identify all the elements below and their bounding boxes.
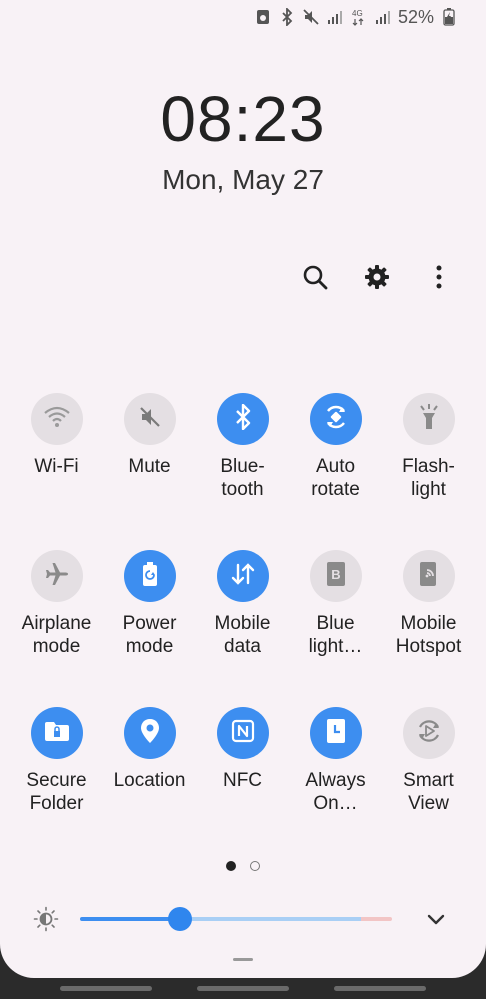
- tile-airplane-button[interactable]: [30, 550, 83, 602]
- tile-airplane-mode[interactable]: Airplane mode: [10, 550, 103, 658]
- wifi-icon: [43, 406, 70, 433]
- tile-label: Location: [113, 770, 186, 791]
- quick-settings-panel: 4G 52% 08:23 Mon, May 27 Wi-Fi Mute Blue…: [0, 0, 486, 978]
- tile-blue-light-filter[interactable]: B Blue light…: [289, 550, 382, 658]
- flashlight-icon: [418, 403, 440, 436]
- tile-hotspot-button[interactable]: [402, 550, 455, 602]
- chevron-down-icon[interactable]: [424, 907, 448, 931]
- tile-smart-view-button[interactable]: [402, 707, 455, 759]
- airplane-icon: [44, 561, 70, 592]
- signal-icon: [326, 8, 344, 26]
- brightness-icon: [33, 906, 59, 932]
- tile-label: Blue- tooth: [220, 456, 265, 500]
- tile-label: Smart View: [403, 770, 454, 814]
- tile-flashlight[interactable]: Flash- light: [382, 393, 475, 501]
- svg-text:B: B: [331, 567, 340, 582]
- nav-back-button[interactable]: [334, 986, 426, 991]
- power-mode-icon: [141, 561, 159, 592]
- tile-always-on-button[interactable]: [309, 707, 362, 759]
- brightness-slider: [0, 904, 486, 934]
- nfc-icon: [231, 719, 255, 748]
- status-bar: 4G 52%: [254, 6, 458, 28]
- tile-label: Mobile data: [214, 613, 271, 657]
- location-icon: [140, 718, 160, 749]
- mute-icon: [302, 8, 320, 26]
- clock-date: Mon, May 27: [162, 164, 324, 195]
- tile-label: Mobile Hotspot: [395, 613, 462, 657]
- data-saver-icon: [254, 8, 272, 26]
- tile-secure-folder-button[interactable]: [30, 707, 83, 759]
- tile-wifi[interactable]: Wi-Fi: [10, 393, 103, 478]
- page-dot[interactable]: [250, 861, 260, 871]
- blue-light-icon: B: [326, 561, 346, 592]
- tile-label: Power mode: [122, 613, 177, 657]
- tile-label: Wi-Fi: [34, 456, 79, 477]
- tile-flashlight-button[interactable]: [402, 393, 455, 445]
- mobile-data-icon: [230, 562, 256, 591]
- page-indicator: [0, 861, 486, 871]
- tile-label: Blue light…: [308, 613, 363, 657]
- tile-secure-folder[interactable]: Secure Folder: [10, 707, 103, 815]
- secure-folder-icon: [44, 720, 70, 747]
- tile-smart-view[interactable]: Smart View: [382, 707, 475, 815]
- tile-power-mode-button[interactable]: [123, 550, 176, 602]
- tile-label: Mute: [128, 456, 171, 477]
- tile-nfc[interactable]: NFC: [196, 707, 289, 792]
- tile-label: Secure Folder: [26, 770, 87, 814]
- tile-mobile-data-button[interactable]: [216, 550, 269, 602]
- tile-mobile-hotspot[interactable]: Mobile Hotspot: [382, 550, 475, 658]
- tile-mute-button[interactable]: [123, 393, 176, 445]
- tile-wifi-button[interactable]: [30, 393, 83, 445]
- 4g-signal-icon: 4G: [350, 8, 368, 26]
- tile-blue-light-button[interactable]: B: [309, 550, 362, 602]
- navigation-bar: [0, 978, 486, 999]
- tile-mobile-data[interactable]: Mobile data: [196, 550, 289, 658]
- smart-view-icon: [415, 717, 443, 750]
- settings-gear-icon[interactable]: [360, 260, 394, 294]
- svg-text:4G: 4G: [352, 9, 363, 18]
- tile-label: Airplane mode: [21, 613, 92, 657]
- battery-charging-icon: [440, 8, 458, 26]
- clock-time: 08:23: [160, 83, 326, 155]
- tile-auto-rotate-button[interactable]: [309, 393, 362, 445]
- panel-drag-handle[interactable]: [233, 958, 253, 961]
- search-icon[interactable]: [298, 260, 332, 294]
- brightness-thumb[interactable]: [167, 907, 192, 931]
- tile-location[interactable]: Location: [103, 707, 196, 792]
- nav-recents-button[interactable]: [60, 986, 152, 991]
- tile-label: Auto rotate: [311, 456, 360, 500]
- tile-nfc-button[interactable]: [216, 707, 269, 759]
- tile-label: Flash- light: [402, 456, 455, 500]
- tile-auto-rotate[interactable]: Auto rotate: [289, 393, 382, 501]
- always-on-display-icon: [326, 718, 346, 749]
- tile-label: NFC: [222, 770, 263, 791]
- hotspot-icon: [418, 561, 440, 592]
- tile-mute[interactable]: Mute: [103, 393, 196, 478]
- tile-bluetooth-button[interactable]: [216, 393, 269, 445]
- bluetooth-icon: [234, 403, 252, 435]
- panel-actions: [298, 260, 456, 294]
- tile-always-on-display[interactable]: Always On…: [289, 707, 382, 815]
- mute-icon: [138, 405, 162, 434]
- tile-bluetooth[interactable]: Blue- tooth: [196, 393, 289, 501]
- auto-rotate-icon: [322, 403, 350, 436]
- tiles-row: Wi-Fi Mute Blue- tooth Auto rotate Flash…: [10, 393, 476, 550]
- tile-location-button[interactable]: [123, 707, 176, 759]
- tile-label: Always On…: [305, 770, 366, 814]
- battery-percent: 52%: [397, 6, 434, 27]
- brightness-track[interactable]: [80, 917, 392, 921]
- quick-tiles-grid: Wi-Fi Mute Blue- tooth Auto rotate Flash…: [10, 393, 476, 864]
- signal-icon: [374, 8, 392, 26]
- bluetooth-icon: [278, 8, 296, 26]
- more-vertical-icon[interactable]: [422, 260, 456, 294]
- tiles-row: Airplane mode Power mode Mobile data B B…: [10, 550, 476, 707]
- tile-power-mode[interactable]: Power mode: [103, 550, 196, 658]
- tiles-row: Secure Folder Location NFC Always On… Sm…: [10, 707, 476, 864]
- nav-home-button[interactable]: [197, 986, 289, 991]
- page-dot-active[interactable]: [226, 861, 236, 871]
